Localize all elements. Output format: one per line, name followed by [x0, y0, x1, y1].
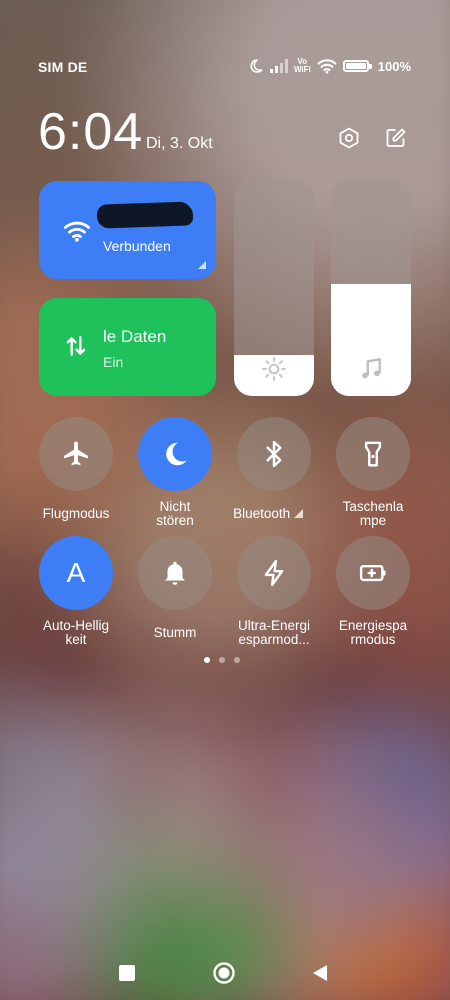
moon-icon: [250, 59, 263, 73]
vowifi-icon: Vo WiFi: [293, 57, 311, 74]
battery-saver-icon: [359, 564, 386, 582]
bluetooth-toggle[interactable]: [237, 417, 311, 491]
toggle-label-auto-brightness: Auto-Hellig keit: [42, 618, 110, 647]
lightning-icon: [264, 559, 284, 587]
wifi-icon: [63, 221, 91, 242]
toggle-label-airplane: Flugmodus: [42, 506, 110, 521]
page-dot-3: [234, 657, 240, 663]
battery-saver-toggle[interactable]: [336, 536, 410, 610]
page-dot-1: [204, 657, 210, 663]
brightness-slider[interactable]: [234, 180, 314, 396]
page-dot-2: [219, 657, 225, 663]
signal-icon: [269, 59, 288, 73]
mobile-data-title: le Daten: [103, 327, 167, 346]
auto-brightness-toggle[interactable]: A: [39, 536, 113, 610]
do-not-disturb-toggle[interactable]: [138, 417, 212, 491]
wifi-icon: [317, 59, 337, 74]
airplane-toggle[interactable]: [39, 417, 113, 491]
flashlight-icon: [364, 441, 382, 467]
airplane-icon: [64, 441, 88, 466]
bluetooth-icon: [266, 440, 282, 468]
toggle-label-ultra-saver: Ultra-Energi esparmod...: [237, 618, 311, 647]
auto-brightness-icon: A: [66, 557, 86, 588]
clock: 6:04: [38, 103, 144, 161]
wifi-expand-corner[interactable]: [198, 261, 206, 269]
music-note-icon: [362, 358, 381, 379]
recents-button[interactable]: [116, 962, 138, 984]
moon-icon: [166, 442, 187, 466]
battery-icon: [342, 60, 372, 72]
navigation-bar: [0, 950, 450, 994]
toggle-label-bluetooth: Bluetooth: [222, 507, 314, 521]
mute-toggle[interactable]: [138, 536, 212, 610]
page-indicator: [204, 657, 240, 663]
back-button[interactable]: [309, 962, 331, 984]
bell-icon: [165, 561, 185, 585]
data-transfer-icon: [66, 336, 86, 356]
toggle-label-dnd: Nicht stören: [156, 499, 194, 528]
flashlight-toggle[interactable]: [336, 417, 410, 491]
wifi-status: Verbunden: [103, 238, 171, 254]
toggle-label-flashlight: Taschenla mpe: [342, 499, 404, 528]
wifi-tile[interactable]: Verbunden: [39, 181, 216, 279]
carrier-label: SIM DE: [38, 59, 88, 75]
mobile-data-status: Ein: [103, 354, 124, 370]
wifi-network-name-redacted: [96, 201, 194, 229]
bluetooth-more-corner-icon: [293, 509, 303, 518]
date: Di, 3. Okt: [146, 135, 213, 152]
home-button[interactable]: [212, 961, 236, 985]
sun-icon: [262, 357, 286, 381]
ultra-power-saver-toggle[interactable]: [237, 536, 311, 610]
battery-percent: 100%: [377, 58, 411, 74]
volume-slider[interactable]: [331, 180, 411, 396]
mobile-data-tile[interactable]: le Daten Ein: [39, 298, 216, 396]
toggle-label-mute: Stumm: [153, 625, 197, 640]
toggle-label-battery-saver: Energiespa rmodus: [338, 618, 408, 647]
settings-hexagon-icon[interactable]: [337, 126, 361, 150]
status-icons: Vo WiFi 100%: [248, 56, 411, 76]
edit-icon[interactable]: [384, 126, 408, 150]
